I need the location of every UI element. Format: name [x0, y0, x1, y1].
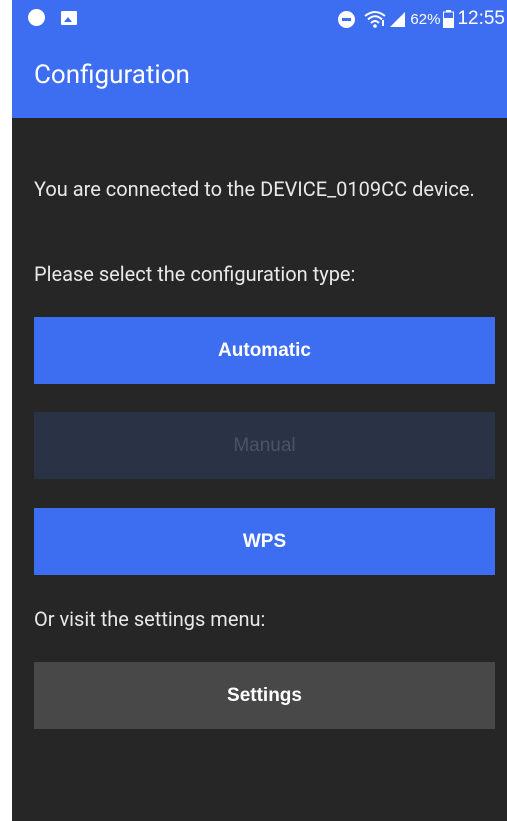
- wifi-icon: [364, 11, 387, 28]
- automatic-button[interactable]: Automatic: [34, 317, 495, 384]
- configuration-type-prompt: Please select the configuration type:: [34, 262, 356, 286]
- battery-percent: 62%: [410, 10, 441, 28]
- app-bar: Configuration: [12, 38, 507, 118]
- app-screen: 62% 12:55 Configuration You are connecte…: [12, 0, 507, 821]
- settings-prompt: Or visit the settings menu:: [34, 607, 266, 631]
- settings-button[interactable]: Settings: [34, 662, 495, 729]
- status-bar-left: [28, 9, 77, 26]
- manual-button[interactable]: Manual: [34, 412, 495, 479]
- connected-message: You are connected to the DEVICE_0109CC d…: [34, 177, 475, 201]
- notification-dot-icon: [28, 9, 45, 26]
- status-bar: 62% 12:55: [12, 0, 507, 38]
- wps-button[interactable]: WPS: [34, 508, 495, 575]
- battery-icon: [443, 10, 455, 28]
- do-not-disturb-icon: [338, 10, 356, 28]
- status-bar-right: 62% 12:55: [338, 8, 505, 30]
- app-title: Configuration: [34, 60, 190, 90]
- signal-icon: [390, 12, 406, 27]
- status-clock: 12:55: [457, 8, 505, 29]
- image-icon: [61, 10, 77, 25]
